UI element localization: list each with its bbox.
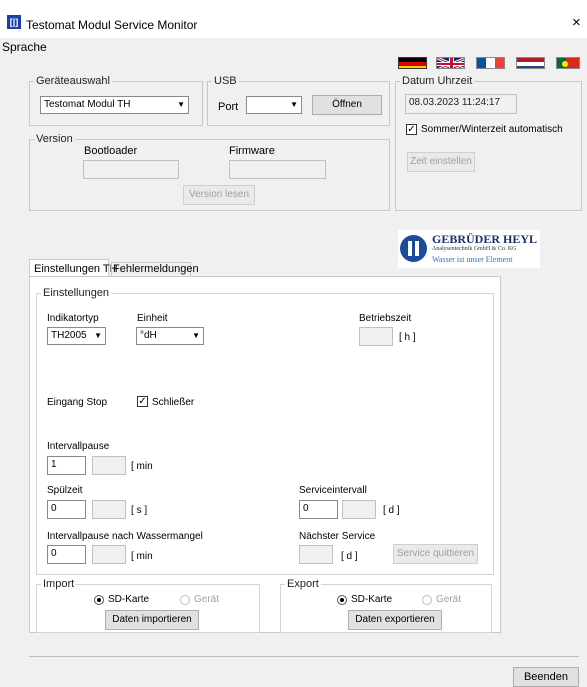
- import-geraet-label: Gerät: [194, 594, 220, 605]
- export-legend: Export: [287, 578, 319, 590]
- device-select-value: Testomat Modul TH: [44, 99, 131, 110]
- naechster-service-field: [299, 545, 333, 564]
- uk-flag[interactable]: [436, 57, 465, 69]
- tab-einstellungen-label: Einstellungen TH: [34, 263, 118, 275]
- device-select[interactable]: Testomat Modul TH ▼: [40, 96, 189, 114]
- germany-flag[interactable]: [398, 57, 427, 69]
- intervallpause-wm-display: [92, 545, 126, 564]
- chevron-down-icon: ▼: [192, 331, 200, 340]
- betriebszeit-label: Betriebszeit: [359, 313, 412, 324]
- indikatortyp-value: TH2005: [51, 330, 87, 341]
- chevron-down-icon: ▼: [94, 331, 102, 340]
- export-button[interactable]: Daten exportieren: [348, 610, 442, 630]
- bootloader-field: [83, 160, 179, 179]
- dst-label: Sommer/Winterzeit automatisch: [421, 124, 563, 135]
- export-geraet-radio[interactable]: [422, 595, 432, 605]
- open-button[interactable]: Öffnen: [312, 95, 382, 115]
- intervallpause-display: [92, 456, 126, 475]
- indikatortyp-label: Indikatortyp: [47, 313, 99, 324]
- serviceintervall-unit: [ d ]: [383, 505, 400, 516]
- export-sd-label: SD-Karte: [351, 594, 393, 605]
- window-title: Testomat Modul Service Monitor: [26, 18, 198, 32]
- export-sd-radio[interactable]: [337, 595, 347, 605]
- logo-icon: [400, 235, 427, 262]
- intervallpause-wm-unit: [ min: [131, 551, 153, 562]
- firmware-label: Firmware: [229, 145, 275, 157]
- app-icon: [|]: [7, 15, 21, 29]
- port-select[interactable]: ▼: [246, 96, 302, 114]
- portugal-flag[interactable]: [556, 57, 580, 69]
- firmware-field: [229, 160, 326, 179]
- import-legend: Import: [43, 578, 75, 590]
- chevron-down-icon: ▼: [290, 100, 298, 109]
- netherlands-flag[interactable]: [516, 57, 545, 69]
- bootloader-label: Bootloader: [84, 145, 138, 157]
- usb-legend: USB: [214, 75, 237, 87]
- logo-subtitle: Analysentechnik GmbH & Co. KG: [432, 246, 517, 252]
- menu-sprache[interactable]: Sprache: [2, 40, 47, 54]
- intervallpause-wm-label: Intervallpause nach Wassermangel: [47, 531, 203, 542]
- tab-fehlermeldungen-label: Fehlermeldungen: [113, 263, 199, 275]
- beenden-button[interactable]: Beenden: [513, 667, 579, 687]
- einheit-label: Einheit: [137, 313, 168, 324]
- intervallpause-label: Intervallpause: [47, 441, 110, 452]
- import-sd-label: SD-Karte: [108, 594, 150, 605]
- version-legend: Version: [36, 133, 73, 145]
- close-icon[interactable]: ×: [572, 14, 581, 31]
- datum-legend: Datum Uhrzeit: [402, 75, 473, 87]
- spuelzeit-unit: [ s ]: [131, 505, 148, 516]
- import-button[interactable]: Daten importieren: [105, 610, 199, 630]
- einheit-select[interactable]: °dH ▼: [136, 327, 204, 345]
- geraeteauswahl-legend: Geräteauswahl: [36, 75, 110, 87]
- spuelzeit-display: [92, 500, 126, 519]
- service-quittieren-button[interactable]: Service quittieren: [393, 544, 478, 564]
- read-version-button[interactable]: Version lesen: [183, 185, 255, 205]
- intervallpause-wm-input[interactable]: 0: [47, 545, 86, 564]
- intervallpause-input[interactable]: 1: [47, 456, 86, 475]
- naechster-service-unit: [ d ]: [341, 551, 358, 562]
- schliesser-checkbox[interactable]: ✓: [137, 396, 148, 407]
- schliesser-label: Schließer: [152, 397, 195, 408]
- chevron-down-icon: ▼: [177, 100, 185, 109]
- spuelzeit-input[interactable]: 0: [47, 500, 86, 519]
- einheit-value: °dH: [140, 330, 157, 341]
- port-label: Port: [218, 101, 239, 113]
- intervallpause-unit: [ min: [131, 461, 153, 472]
- spuelzeit-label: Spülzeit: [47, 485, 83, 496]
- eingang-stop-label: Eingang Stop: [47, 397, 108, 408]
- betriebszeit-unit: [ h ]: [399, 332, 416, 343]
- serviceintervall-label: Serviceintervall: [299, 485, 367, 496]
- logo-tagline: Wasser ist unser Element: [432, 255, 513, 264]
- datetime-field: 08.03.2023 11:24:17: [405, 94, 517, 114]
- naechster-service-label: Nächster Service: [299, 531, 376, 542]
- dst-checkbox[interactable]: ✓: [406, 124, 417, 135]
- company-logo: GEBRÜDER HEYL Analysentechnik GmbH & Co.…: [398, 230, 540, 268]
- serviceintervall-input[interactable]: 0: [299, 500, 338, 519]
- logo-name: GEBRÜDER HEYL: [432, 232, 538, 246]
- betriebszeit-field: [359, 327, 393, 346]
- france-flag[interactable]: [476, 57, 505, 69]
- import-geraet-radio[interactable]: [180, 595, 190, 605]
- serviceintervall-display: [342, 500, 376, 519]
- export-geraet-label: Gerät: [436, 594, 462, 605]
- import-sd-radio[interactable]: [94, 595, 104, 605]
- set-time-button[interactable]: Zeit einstellen: [407, 152, 475, 172]
- indikatortyp-select[interactable]: TH2005 ▼: [47, 327, 106, 345]
- footer-divider: [29, 656, 579, 657]
- einstellungen-legend: Einstellungen: [43, 287, 110, 299]
